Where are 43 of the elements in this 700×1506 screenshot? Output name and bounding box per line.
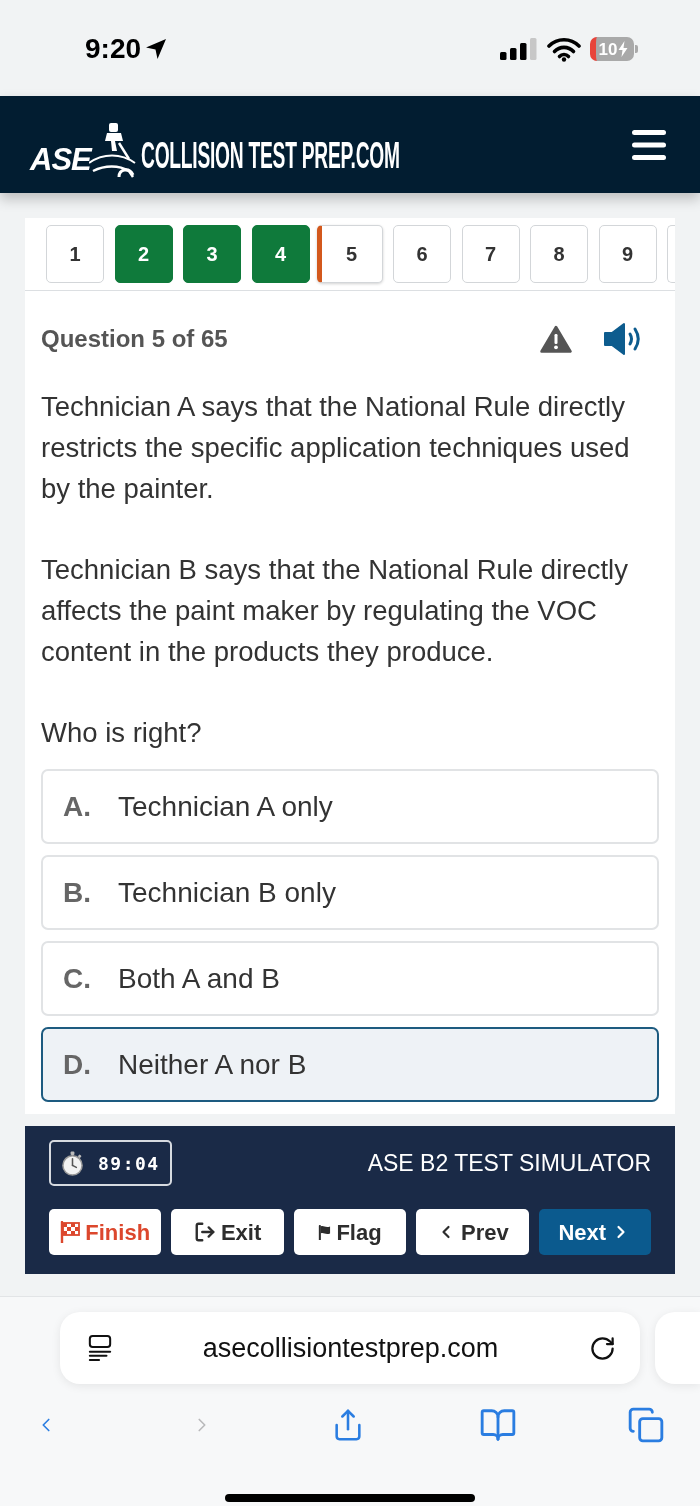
reload-icon[interactable] [589,1334,616,1362]
charging-bolt-icon [618,41,629,57]
tabs-icon[interactable] [627,1406,665,1444]
question-text: Technician A says that the National Rule directly restricts the specific application techniques used by the painter. [41,390,631,506]
prev-button[interactable]: Prev [416,1209,529,1255]
signal-bars-icon [500,38,538,60]
question-counter: Question 5 of 65 [41,323,228,354]
warning-icon[interactable] [540,324,572,353]
exit-icon [193,1221,216,1243]
timer-text: 89:04 [98,1151,160,1176]
exit-button[interactable]: Exit [171,1209,284,1255]
answer-option[interactable]: C. Both A and B [41,941,659,1016]
finish-button[interactable]: Finish [49,1209,162,1255]
answer-option[interactable]: B. Technician B only [41,855,659,930]
stopwatch-icon [61,1150,84,1176]
clock-time: 9:20 [85,35,142,63]
battery-percentage: 10 [598,40,618,58]
question-number-button[interactable]: 3 [183,225,241,283]
question-number-button[interactable]: 7 [461,225,520,283]
question-number-button[interactable]: 2 [114,225,173,283]
logo-mark[interactable]: ASE [30,143,91,175]
logo-text[interactable]: COLLISION TEST PREP.COM [140,137,400,174]
wifi-icon [547,36,581,62]
question-number-button[interactable]: 4 [251,225,310,283]
url-text: asecollisiontestprep.com [202,1331,499,1365]
reader-icon[interactable] [88,1334,112,1362]
question-number-button[interactable]: 1 [46,225,104,283]
flag-icon [318,1224,332,1240]
simulator-title: ASE B2 TEST SIMULATOR [367,1148,651,1178]
address-bar[interactable]: asecollisiontestprep.com [60,1312,640,1384]
question-text: Technician B says that the National Rule directly affects the paint maker by regulating the VOC content in the products they produce. [41,553,629,669]
question-number-button[interactable]: 9 [598,225,657,283]
question-number-button[interactable]: 6 [393,225,451,283]
question-text: Who is right? [41,716,203,750]
location-arrow-icon [144,37,169,61]
next-button[interactable]: Next [538,1209,652,1255]
question-number-button[interactable]: 8 [530,225,588,283]
answer-option[interactable]: D. Neither A nor B [41,1027,659,1102]
checkered-flag-icon [60,1221,81,1243]
answer-option[interactable]: A. Technician A only [41,769,659,844]
menu-icon[interactable] [632,129,666,160]
question-number-button[interactable]: 5 [316,225,383,283]
flag-button[interactable]: Flag [293,1209,407,1255]
